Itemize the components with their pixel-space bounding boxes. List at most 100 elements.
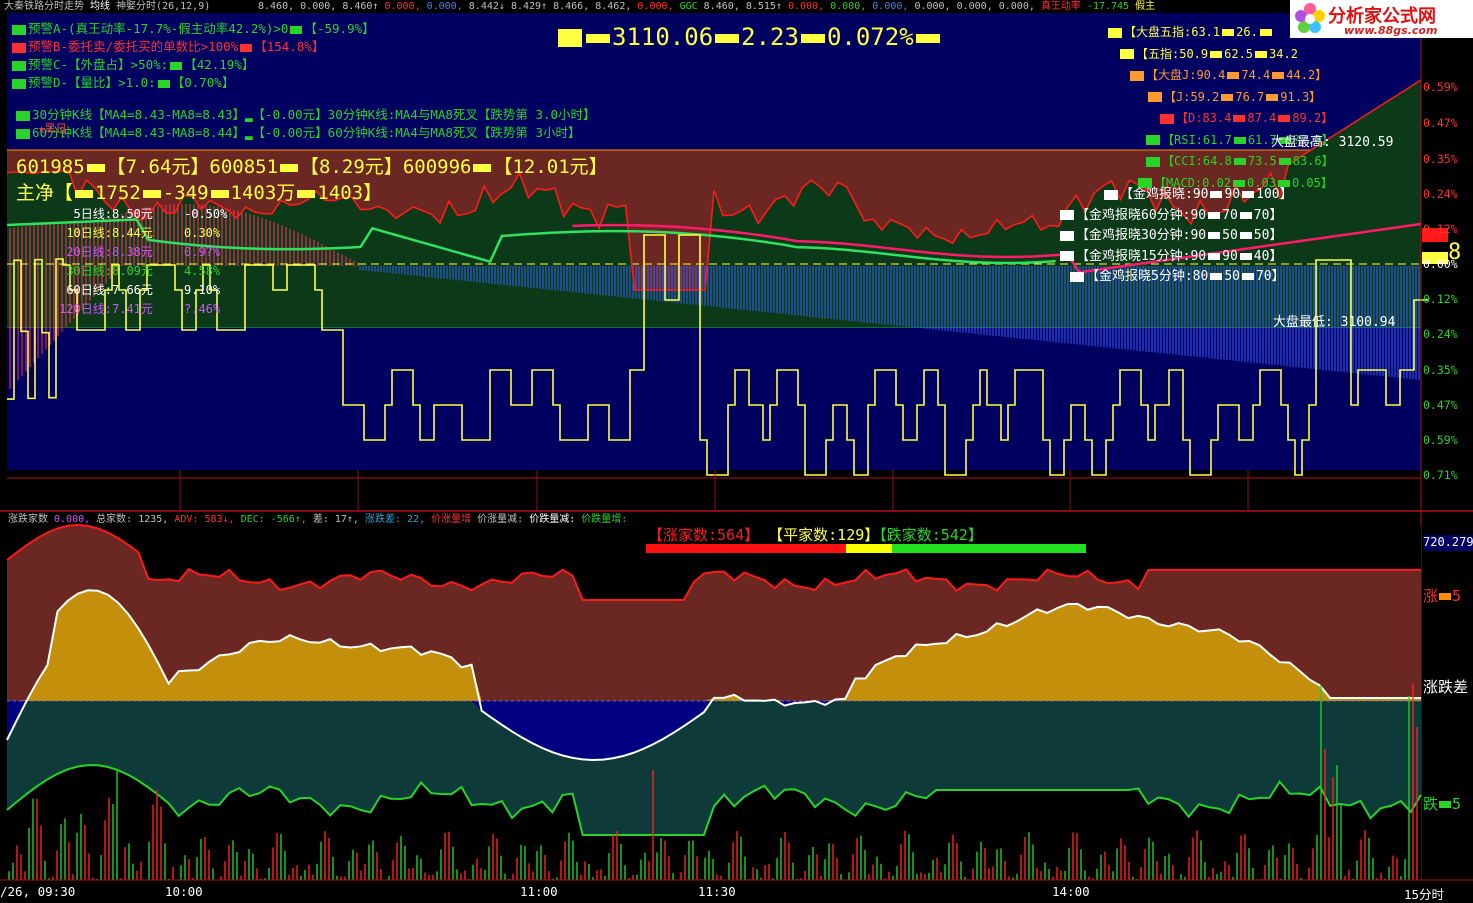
header-value: 8.515↑ [746, 1, 788, 12]
right-axis-label: 0.35% [1423, 363, 1458, 377]
indicator-block [1272, 72, 1284, 79]
ma-table: 5日线: 8.50元 -0.50% 10日线: 8.44元 0.30% 20日线: 8.… [42, 205, 227, 319]
indicator-swatch [1108, 28, 1122, 38]
header-value: GGC [680, 1, 704, 12]
up-axis-label: 涨5 [1423, 585, 1461, 606]
breadth-header: 涨跌家数 0.000, 总家数: 1235, ADV: 583↓, DEC: -… [8, 514, 627, 526]
right-axis-label: 0.47% [1423, 116, 1458, 130]
alert-row: 预警D-【量比】>1.0: 【0.70%】 [12, 74, 375, 92]
time-1100: 11:00 [520, 884, 558, 899]
golden-v3: 50】 [1254, 228, 1283, 243]
upper-black-strip [7, 470, 1421, 511]
breadth-header-item: ADV: 583↓, [168, 514, 234, 525]
market-low: 大盘最低: 3100.94 [1273, 311, 1395, 330]
alert-row: 预警A-(真王动率-17.7%-假主动率42.2%)>0 【-59.9%】 [12, 20, 375, 38]
down-axis-label: 跌5 [1423, 793, 1461, 814]
indicator-block [1233, 115, 1245, 122]
stock-code-1[interactable]: 601985 [16, 156, 85, 178]
alert-text: 预警B-委托卖/委托买的单数比>100% [28, 39, 238, 54]
indicator-swatch [1120, 49, 1134, 59]
right-axis-label: 0.35% [1423, 152, 1458, 166]
golden-swatch [1070, 272, 1084, 282]
breadth-header-item: 差: 17↑, [307, 514, 359, 525]
up-count: 【涨家数:564】 [648, 526, 759, 544]
main-net-v2: -349 [163, 182, 209, 204]
golden-v3: 70】 [1256, 269, 1285, 284]
stock-code-3[interactable]: 600996 [403, 156, 472, 178]
alert-value: 【-59.9%】 [304, 21, 374, 36]
right-axis-label: 0.59% [1423, 80, 1458, 94]
breadth-header-item: 价跌量减: [523, 514, 575, 525]
indicator-v3: 91.3】 [1280, 90, 1321, 104]
header-bar: 大秦铁路分时走势 均线 神娶分时(26,12,9) [4, 1, 210, 13]
header-value: 0.000, [300, 1, 342, 12]
index-indicator-row: 【大盘五指:63.1 26. [1108, 22, 1334, 44]
ma-row: 10日线: 8.44元 0.30% [42, 224, 227, 243]
ma-label: 30日线: [42, 262, 112, 281]
golden-chicken-row: 【金鸡报晓60分钟:90 70 70】 [1060, 206, 1293, 227]
breadth-header-item: 价涨量减: [471, 514, 523, 525]
right-axis-label: 0.47% [1423, 398, 1458, 412]
time-period-button[interactable]: 15分时 [1404, 884, 1444, 903]
golden-block [1208, 253, 1220, 260]
star-icon: ★黑日 [38, 120, 67, 136]
ma-value: 7.66元 [112, 281, 184, 300]
header-value: 真王动率 [1041, 1, 1087, 12]
breadth-header-item: 涨跌差: 22, [359, 514, 425, 525]
indicator-v2: 26. [1236, 25, 1258, 39]
index-indicator-row: 【大盘J:90.4 74.4 44.2】 [1108, 65, 1334, 87]
indicator-block [1266, 94, 1278, 101]
breadth-header-item: 0.000, [48, 514, 90, 525]
stock-code-2[interactable]: 600851 [209, 156, 278, 178]
index-indicator-row: 【D:83.4 87.4 89.2】 [1108, 108, 1334, 130]
header-value: 8.460, [704, 1, 746, 12]
indicator-v3: 34.2 [1269, 47, 1298, 61]
ma-row: 5日线: 8.50元 -0.50% [42, 205, 227, 224]
indicator-v2: 87.4 [1247, 111, 1276, 125]
indicator-swatch [1146, 157, 1160, 167]
golden-swatch [1060, 210, 1074, 220]
main-net-v4: 1403】 [317, 182, 382, 204]
golden-label: 【金鸡报晓:90 [1120, 187, 1208, 202]
breadth-header-item: 涨跌家数 [8, 514, 48, 525]
golden-v2: 90 [1224, 187, 1240, 202]
alert-text: 预警A-(真王动率-17.7%-假主动率42.2%)>0 [28, 21, 288, 36]
alert-swatch [12, 61, 26, 71]
index-indicators: 【大盘五指:63.1 26. 【五指:50.9 62.5 34.2 【大盘J:90.4 74… [1108, 22, 1334, 194]
breadth-header-item: 总家数: 1235, [90, 514, 168, 525]
alert-swatch [12, 43, 26, 53]
market-high: 大盘最高: 3120.59 [1271, 131, 1393, 150]
logo-url[interactable]: www.88gs.com [1344, 24, 1437, 37]
golden-v3: 70】 [1254, 208, 1283, 223]
breadth-header-item: 价涨量增 [425, 514, 471, 525]
down-count: 【跌家数:542】 [879, 526, 983, 544]
time-1000: 10:00 [165, 884, 203, 899]
indicator-swatch [1160, 114, 1174, 124]
alert-row: 预警C-【外盘占】>50%: 【42.19%】 [12, 56, 375, 74]
ma-value: 8.44元 [112, 224, 184, 243]
golden-block [1242, 273, 1254, 280]
golden-block [1240, 253, 1252, 260]
indicator-block [1278, 115, 1290, 122]
indicator-block [1234, 137, 1246, 144]
indicator-block [1221, 94, 1233, 101]
indicator-swatch [1148, 92, 1162, 102]
golden-v2: 70 [1222, 208, 1238, 223]
header-value: 8.466, [553, 1, 595, 12]
diff-axis-label: 涨跌差 [1423, 676, 1468, 697]
main-net-label: 主净【 [16, 182, 73, 204]
main-net-v1: 1752 [95, 182, 141, 204]
ma-label: 60日线: [42, 281, 112, 300]
header-value: 假主 [1135, 1, 1155, 12]
indicator-v2: 73.5 [1248, 154, 1277, 168]
alert-value: 【42.19%】 [184, 57, 254, 72]
flat-count: 【平家数:129】 [768, 526, 879, 544]
alert-block [240, 44, 252, 52]
indicator-v3: 89.2】 [1292, 111, 1333, 125]
index-price: 3110.06 [612, 23, 713, 51]
header-value: 0.000, [872, 1, 914, 12]
golden-chicken-row: 【金鸡报晓15分钟:90 90 40】 [1060, 247, 1293, 268]
golden-block [1208, 212, 1220, 219]
header-value: 0.000, [637, 1, 679, 12]
time-0930: /26, 09:30 [0, 884, 75, 899]
